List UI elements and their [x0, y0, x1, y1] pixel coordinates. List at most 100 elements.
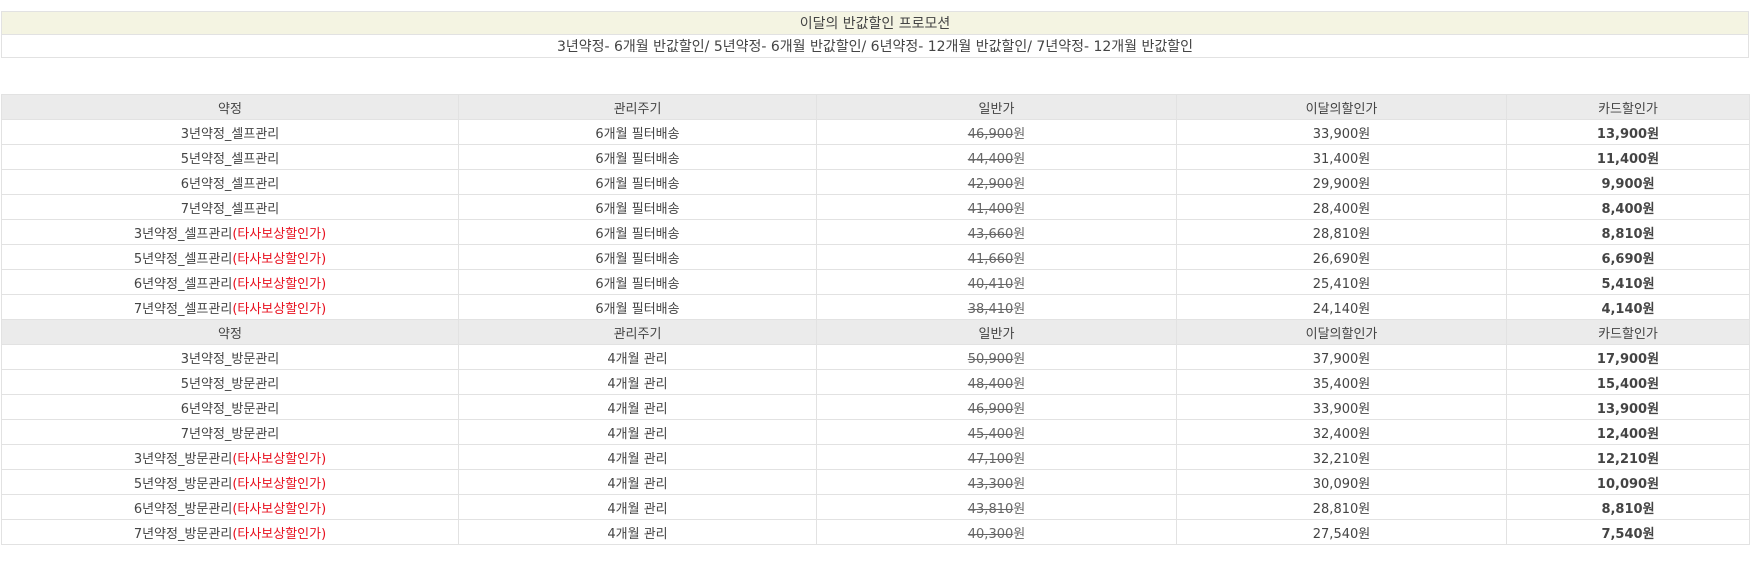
table-row: 6년약정_셀프관리(타사보상할인가) 6개월 필터배송 40,410원 25,410원…: [1, 269, 1750, 295]
regular-price: 38,410: [967, 301, 1014, 317]
plan-cell: 5년약정_셀프관리(타사보상할인가): [1, 244, 459, 270]
card-price: 7,540원: [1506, 519, 1750, 545]
table-row: 5년약정_방문관리 4개월 관리 48,400원 35,400원 15,400원: [1, 369, 1750, 395]
regular-price: 50,900: [967, 351, 1014, 367]
cycle-cell: 4개월 관리: [458, 369, 817, 395]
header-regular-price: 일반가: [816, 319, 1177, 345]
regular-price: 44,400: [967, 151, 1014, 167]
table-header-row: 약정 관리주기 일반가 이달의할인가 카드할인가: [1, 319, 1750, 345]
regular-price: 46,900: [967, 401, 1014, 417]
plan-name: 6년약정_셀프관리: [133, 276, 233, 292]
card-price: 8,810원: [1506, 219, 1750, 245]
table-row: 7년약정_방문관리(타사보상할인가) 4개월 관리 40,300원 27,540원 7,…: [1, 519, 1750, 545]
currency-unit: 원: [1013, 151, 1026, 167]
currency-unit: 원: [1013, 451, 1026, 467]
plan-cell: 3년약정_셀프관리: [1, 119, 459, 145]
currency-unit: 원: [1013, 501, 1026, 517]
plan-cell: 7년약정_셀프관리: [1, 194, 459, 220]
cycle-cell: 6개월 필터배송: [458, 269, 817, 295]
regular-price: 40,300: [967, 526, 1014, 542]
monthly-sale-price: 32,400원: [1176, 419, 1507, 445]
plan-cell: 5년약정_셀프관리: [1, 144, 459, 170]
card-price: 6,690원: [1506, 244, 1750, 270]
card-price: 10,090원: [1506, 469, 1750, 495]
card-price: 12,210원: [1506, 444, 1750, 470]
plan-name: 5년약정_방문관리: [180, 376, 280, 392]
regular-price-cell: 47,100원: [816, 444, 1177, 470]
plan-name: 7년약정_방문관리: [133, 526, 233, 542]
monthly-sale-price: 35,400원: [1176, 369, 1507, 395]
plan-name: 6년약정_셀프관리: [180, 176, 280, 192]
currency-unit: 원: [1013, 276, 1026, 292]
card-price: 4,140원: [1506, 294, 1750, 320]
monthly-sale-price: 33,900원: [1176, 119, 1507, 145]
regular-price: 41,400: [967, 201, 1014, 217]
monthly-sale-price: 32,210원: [1176, 444, 1507, 470]
plan-name: 3년약정_방문관리: [133, 451, 233, 467]
regular-price-cell: 40,300원: [816, 519, 1177, 545]
card-price: 13,900원: [1506, 394, 1750, 420]
monthly-sale-price: 28,400원: [1176, 194, 1507, 220]
plan-name: 5년약정_셀프관리: [133, 251, 233, 267]
header-monthly-sale-price: 이달의할인가: [1176, 94, 1507, 120]
card-price: 8,810원: [1506, 494, 1750, 520]
monthly-sale-price: 28,810원: [1176, 494, 1507, 520]
currency-unit: 원: [1013, 476, 1026, 492]
table-row: 5년약정_셀프관리 6개월 필터배송 44,400원 31,400원 11,400원: [1, 144, 1750, 170]
plan-note: (타사보상할인가): [232, 501, 327, 517]
monthly-sale-price: 31,400원: [1176, 144, 1507, 170]
card-price: 11,400원: [1506, 144, 1750, 170]
table-row: 6년약정_방문관리(타사보상할인가) 4개월 관리 43,810원 28,810원 8,…: [1, 494, 1750, 520]
plan-name: 5년약정_방문관리: [133, 476, 233, 492]
regular-price: 43,810: [967, 501, 1014, 517]
monthly-sale-price: 28,810원: [1176, 219, 1507, 245]
cycle-cell: 4개월 관리: [458, 444, 817, 470]
plan-cell: 7년약정_방문관리(타사보상할인가): [1, 519, 459, 545]
regular-price-cell: 45,400원: [816, 419, 1177, 445]
card-price: 15,400원: [1506, 369, 1750, 395]
card-price: 17,900원: [1506, 344, 1750, 370]
table-row: 3년약정_방문관리(타사보상할인가) 4개월 관리 47,100원 32,210원 12…: [1, 444, 1750, 470]
table-row: 3년약정_방문관리 4개월 관리 50,900원 37,900원 17,900원: [1, 344, 1750, 370]
cycle-cell: 4개월 관리: [458, 419, 817, 445]
regular-price-cell: 41,660원: [816, 244, 1177, 270]
promo-title: 이달의 반값할인 프로모션: [1, 11, 1749, 35]
promo-table: 이달의 반값할인 프로모션 3년약정- 6개월 반값할인/ 5년약정- 6개월 …: [1, 11, 1749, 58]
plan-cell: 6년약정_방문관리: [1, 394, 459, 420]
monthly-sale-price: 26,690원: [1176, 244, 1507, 270]
plan-cell: 3년약정_방문관리: [1, 344, 459, 370]
plan-name: 3년약정_방문관리: [180, 351, 280, 367]
regular-price: 43,300: [967, 476, 1014, 492]
promo-description: 3년약정- 6개월 반값할인/ 5년약정- 6개월 반값할인/ 6년약정- 12…: [1, 34, 1749, 58]
currency-unit: 원: [1013, 351, 1026, 367]
regular-price: 47,100: [967, 451, 1014, 467]
plan-cell: 6년약정_셀프관리: [1, 169, 459, 195]
table-row: 5년약정_방문관리(타사보상할인가) 4개월 관리 43,300원 30,090원 10…: [1, 469, 1750, 495]
table-row: 7년약정_셀프관리 6개월 필터배송 41,400원 28,400원 8,400원: [1, 194, 1750, 220]
header-card-price: 카드할인가: [1506, 319, 1750, 345]
table-row: 7년약정_셀프관리(타사보상할인가) 6개월 필터배송 38,410원 24,140원…: [1, 294, 1750, 320]
table-row: 7년약정_방문관리 4개월 관리 45,400원 32,400원 12,400원: [1, 419, 1750, 445]
table-row: 3년약정_셀프관리(타사보상할인가) 6개월 필터배송 43,660원 28,810원…: [1, 219, 1750, 245]
currency-unit: 원: [1013, 126, 1026, 142]
price-table: 약정 관리주기 일반가 이달의할인가 카드할인가 3년약정_셀프관리 6개월 필터배송 46,…: [1, 94, 1750, 545]
cycle-cell: 6개월 필터배송: [458, 119, 817, 145]
regular-price-cell: 43,810원: [816, 494, 1177, 520]
monthly-sale-price: 29,900원: [1176, 169, 1507, 195]
currency-unit: 원: [1013, 376, 1026, 392]
header-cycle: 관리주기: [458, 94, 817, 120]
plan-name: 6년약정_방문관리: [180, 401, 280, 417]
plan-cell: 6년약정_셀프관리(타사보상할인가): [1, 269, 459, 295]
regular-price-cell: 42,900원: [816, 169, 1177, 195]
cycle-cell: 6개월 필터배송: [458, 194, 817, 220]
monthly-sale-price: 33,900원: [1176, 394, 1507, 420]
currency-unit: 원: [1013, 176, 1026, 192]
regular-price: 40,410: [967, 276, 1014, 292]
plan-note: (타사보상할인가): [232, 451, 327, 467]
header-card-price: 카드할인가: [1506, 94, 1750, 120]
regular-price-cell: 41,400원: [816, 194, 1177, 220]
cycle-cell: 4개월 관리: [458, 344, 817, 370]
regular-price-cell: 46,900원: [816, 119, 1177, 145]
plan-name: 7년약정_방문관리: [180, 426, 280, 442]
monthly-sale-price: 37,900원: [1176, 344, 1507, 370]
